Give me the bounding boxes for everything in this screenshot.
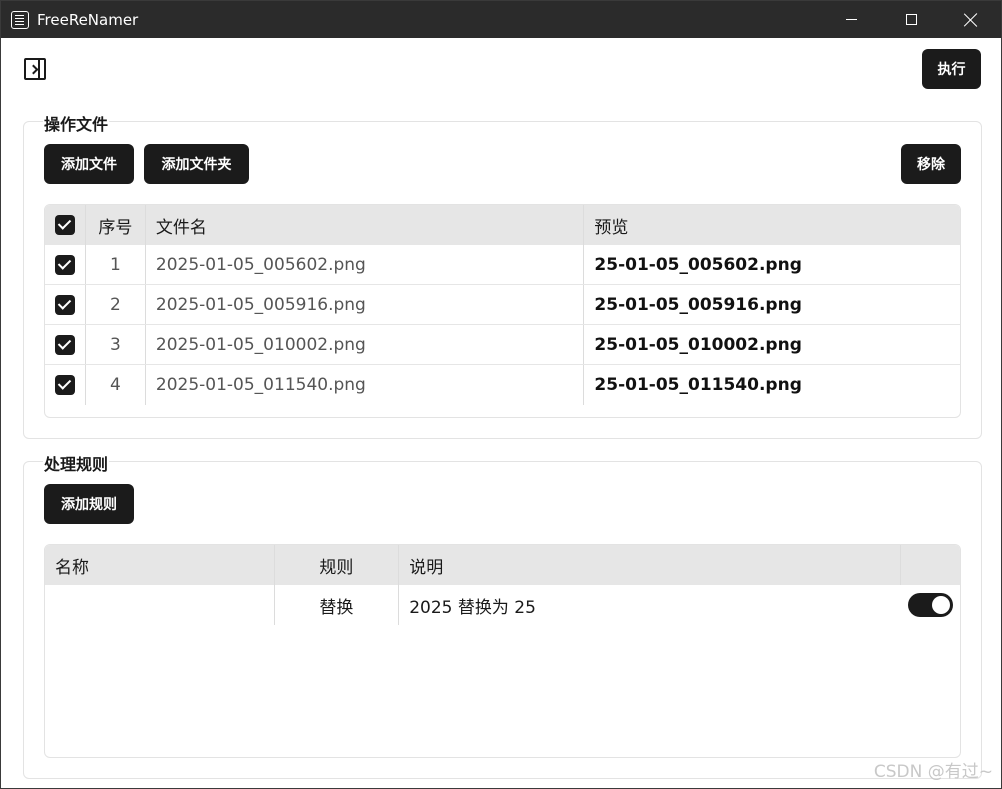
row-index: 2 bbox=[86, 285, 146, 324]
remove-button[interactable]: 移除 bbox=[901, 144, 961, 184]
table-row[interactable]: 4 2025-01-05_011540.png 25-01-05_011540.… bbox=[45, 365, 960, 405]
table-row[interactable]: 3 2025-01-05_010002.png 25-01-05_010002.… bbox=[45, 325, 960, 365]
table-row[interactable]: 替换 2025 替换为 25 bbox=[45, 585, 960, 625]
minimize-button[interactable] bbox=[821, 1, 881, 38]
rule-name bbox=[45, 585, 275, 625]
add-rule-button[interactable]: 添加规则 bbox=[44, 484, 134, 524]
header-name: 名称 bbox=[45, 545, 275, 585]
row-checkbox[interactable] bbox=[54, 294, 75, 315]
rules-table: 名称 规则 说明 替换 2025 替换为 25 bbox=[44, 544, 961, 758]
header-index: 序号 bbox=[86, 205, 146, 245]
table-row[interactable]: 1 2025-01-05_005602.png 25-01-05_005602.… bbox=[45, 245, 960, 285]
execute-button[interactable]: 执行 bbox=[922, 49, 981, 89]
header-toggle bbox=[901, 545, 960, 585]
title-bar[interactable]: FreeReNamer bbox=[1, 1, 1001, 38]
window-title: FreeReNamer bbox=[37, 10, 139, 29]
row-checkbox[interactable] bbox=[54, 334, 75, 355]
row-index: 3 bbox=[86, 325, 146, 364]
rule-enabled-toggle[interactable] bbox=[908, 593, 954, 617]
maximize-button[interactable] bbox=[881, 1, 941, 38]
row-index: 4 bbox=[86, 365, 146, 405]
row-index: 1 bbox=[86, 245, 146, 284]
files-table: 序号 文件名 预览 1 2025-01-05_005602.png 25-01-… bbox=[44, 204, 961, 418]
header-rule: 规则 bbox=[275, 545, 400, 585]
files-table-header: 序号 文件名 预览 bbox=[45, 205, 960, 245]
row-preview: 25-01-05_005602.png bbox=[594, 254, 802, 275]
row-preview: 25-01-05_010002.png bbox=[594, 334, 802, 355]
rules-table-header: 名称 规则 说明 bbox=[45, 545, 960, 585]
row-filename: 2025-01-05_005916.png bbox=[146, 285, 585, 324]
row-filename: 2025-01-05_010002.png bbox=[146, 325, 585, 364]
row-checkbox[interactable] bbox=[54, 375, 75, 395]
toggle-knob bbox=[932, 596, 951, 614]
header-description: 说明 bbox=[399, 545, 902, 585]
sidebar-toggle-icon[interactable] bbox=[24, 58, 46, 80]
app-document-icon bbox=[11, 10, 29, 29]
close-button[interactable] bbox=[941, 1, 1001, 38]
rule-description: 2025 替换为 25 bbox=[409, 597, 536, 618]
add-folder-button[interactable]: 添加文件夹 bbox=[144, 144, 249, 184]
select-all-checkbox[interactable] bbox=[54, 215, 75, 235]
window-controls bbox=[821, 1, 1001, 38]
header-preview: 预览 bbox=[594, 217, 629, 238]
maximize-icon bbox=[905, 14, 917, 25]
header-filename: 文件名 bbox=[146, 205, 585, 245]
add-file-button[interactable]: 添加文件 bbox=[44, 144, 134, 184]
files-group-title: 操作文件 bbox=[43, 111, 110, 135]
app-window: FreeReNamer 执行 操作文件 添加文件 添加文件夹 移除 序号 文件名… bbox=[0, 0, 1002, 789]
row-filename: 2025-01-05_011540.png bbox=[146, 365, 585, 405]
row-filename: 2025-01-05_005602.png bbox=[146, 245, 585, 284]
row-preview: 25-01-05_011540.png bbox=[594, 375, 802, 395]
rule-type: 替换 bbox=[275, 585, 400, 625]
row-preview: 25-01-05_005916.png bbox=[594, 294, 802, 315]
table-row[interactable]: 2 2025-01-05_005916.png 25-01-05_005916.… bbox=[45, 285, 960, 325]
minimize-icon bbox=[845, 19, 857, 20]
row-checkbox[interactable] bbox=[54, 254, 75, 275]
rules-group-title: 处理规则 bbox=[43, 451, 110, 475]
watermark: CSDN @有过~ bbox=[873, 762, 993, 782]
select-all-cell bbox=[45, 205, 86, 245]
close-icon bbox=[964, 13, 978, 27]
